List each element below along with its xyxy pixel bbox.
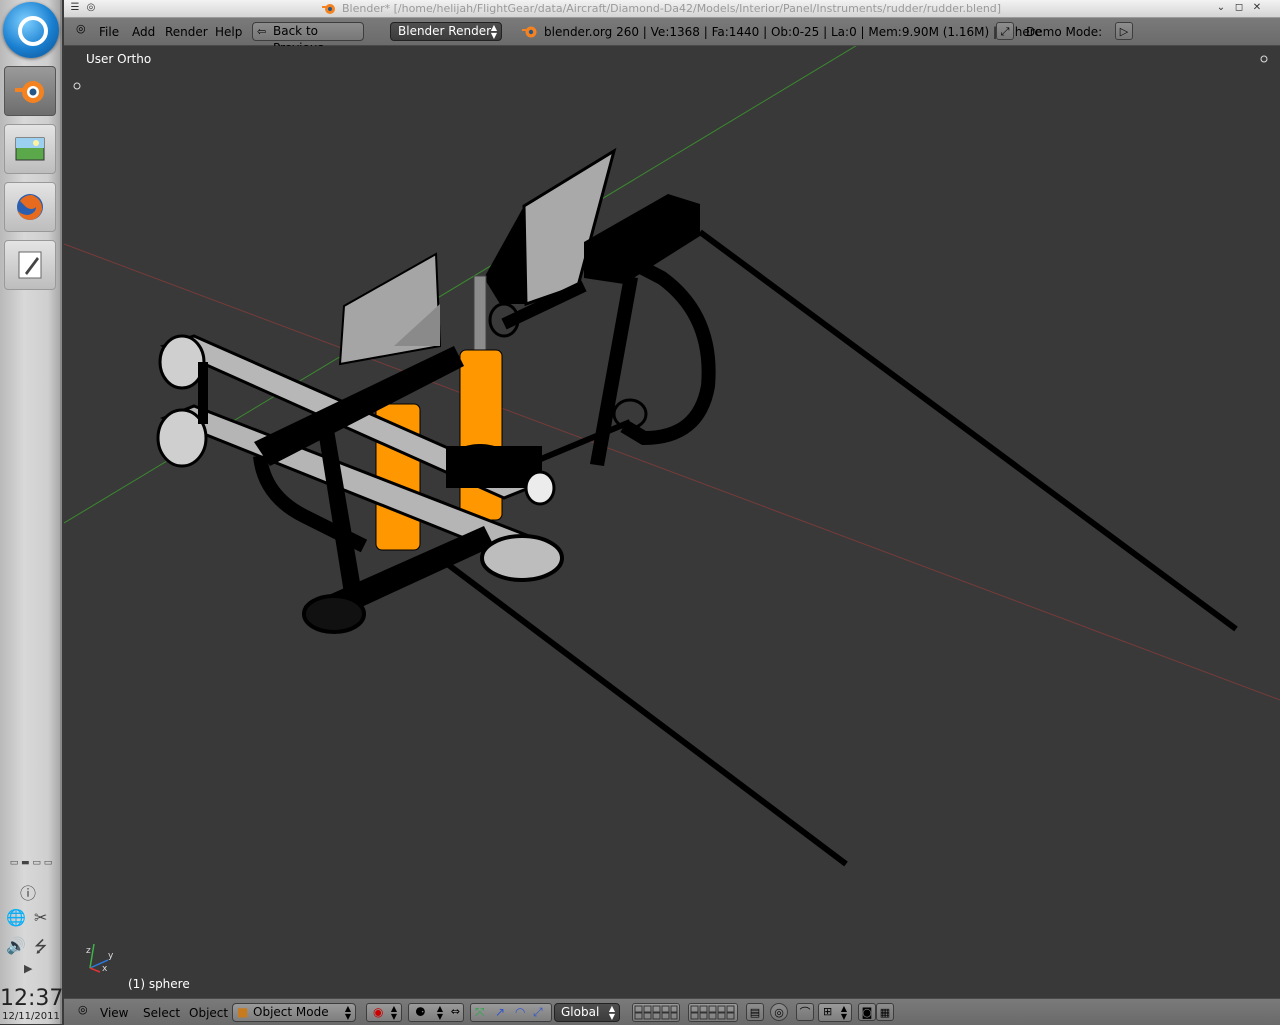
lower-spring bbox=[480, 534, 564, 582]
frame-left-arm bbox=[316, 418, 364, 606]
layer-buttons-right[interactable] bbox=[688, 1003, 738, 1022]
usb-icon[interactable]: ⭍ bbox=[34, 936, 47, 963]
menu-object[interactable]: Object bbox=[189, 1006, 228, 1020]
window-title: Blender* [/home/helijah/FlightGear/data/… bbox=[342, 2, 1002, 15]
pedal-right-bracket bbox=[620, 259, 716, 446]
transform-orientation-select[interactable]: Global ▲ ▼ bbox=[554, 1003, 620, 1022]
proportional-edit-icon[interactable]: ◎ bbox=[770, 1003, 788, 1021]
dock-blender-icon[interactable] bbox=[4, 66, 56, 116]
tube-end-upper bbox=[158, 334, 206, 390]
layer-buttons-left[interactable] bbox=[632, 1003, 680, 1022]
menu-select[interactable]: Select bbox=[143, 1006, 180, 1020]
dock-launcher-icon[interactable] bbox=[3, 2, 59, 58]
gizmo-y-label: y bbox=[108, 951, 114, 961]
render-image-icon[interactable]: ◙ bbox=[858, 1003, 876, 1021]
fullscreen-icon[interactable]: ⤢ bbox=[996, 22, 1014, 40]
translate-icon[interactable]: ⤧ bbox=[475, 1005, 485, 1020]
viewport-split-icon-right bbox=[1260, 55, 1268, 63]
dock-text-editor-icon[interactable] bbox=[4, 240, 56, 290]
blender-logo-icon bbox=[522, 26, 537, 38]
editor-type-icon[interactable]: ◎ bbox=[76, 22, 86, 35]
transform-manipulators[interactable]: ⤧ ↗ ◠ ⤢ bbox=[470, 1003, 552, 1022]
dock-firefox-icon[interactable] bbox=[4, 182, 56, 232]
snap-element-select[interactable]: ⊞ ▲ ▼ bbox=[818, 1003, 852, 1022]
select-arrows-icon: ▲ ▼ bbox=[344, 1004, 351, 1021]
rotate-icon[interactable]: ↗ bbox=[495, 1005, 505, 1019]
viewport-split-icon-left bbox=[73, 82, 81, 90]
select-arrows-icon: ▲ ▼ bbox=[840, 1004, 847, 1021]
x-axis-line bbox=[64, 243, 1280, 701]
demo-mode-label: Demo Mode: bbox=[1026, 25, 1103, 39]
pedal-right-side bbox=[484, 206, 526, 304]
menu-render[interactable]: Render bbox=[165, 25, 208, 39]
scissors-icon[interactable]: ✂ bbox=[34, 908, 47, 927]
play-icon[interactable]: ▷ bbox=[1115, 22, 1133, 40]
shading-icon: ◉ bbox=[373, 1005, 384, 1019]
scene-statistics: blender.org 260 | Ve:1368 | Fa:1440 | Ob… bbox=[544, 25, 1042, 39]
object-mode-label: Object Mode bbox=[253, 1005, 329, 1019]
info-icon[interactable]: ⓘ bbox=[20, 880, 36, 904]
rudder-pedal-left bbox=[338, 252, 442, 366]
control-rod-left bbox=[432, 551, 848, 867]
snap-icon[interactable]: ⌒ bbox=[796, 1003, 814, 1021]
orientation-label: Global bbox=[561, 1005, 600, 1019]
pivot-point-select[interactable]: ⚈ ▲ ▼ ⇔ bbox=[408, 1003, 464, 1022]
menu-help[interactable]: Help bbox=[215, 25, 242, 39]
render-animation-icon[interactable]: ▦ bbox=[876, 1003, 894, 1021]
select-arrows-icon: ▲ ▼ bbox=[436, 1004, 443, 1021]
viewport-header: ◎ View Select Object ■ Object Mode ▲ ▼ ◉ … bbox=[64, 998, 1280, 1025]
close-icon[interactable]: ✕ bbox=[1250, 1, 1264, 15]
viewport-shading-select[interactable]: ◉ ▲ ▼ bbox=[366, 1003, 402, 1022]
menu-add[interactable]: Add bbox=[132, 25, 155, 39]
gizmo-x-label: x bbox=[102, 964, 108, 974]
rudder-pedal-right bbox=[522, 147, 617, 307]
pedal-base-left bbox=[302, 594, 366, 634]
cube-icon: ■ bbox=[237, 1005, 249, 1019]
dock-panel: ▭ ▬ ▭ ▭ ⓘ 🌐 ✂ 🔊 ⭍ ▶ 12:37 12/11/2011 bbox=[0, 0, 64, 1024]
window-titlebar: ☰ ◎ Blender* [/home/helijah/FlightGear/d… bbox=[64, 0, 1280, 18]
network-icon[interactable]: 🌐 bbox=[6, 908, 26, 927]
minimize-icon[interactable]: ⌄ bbox=[1214, 1, 1228, 15]
pivot-ring bbox=[524, 470, 556, 506]
menu-view[interactable]: View bbox=[100, 1006, 128, 1020]
clock: 12:37 bbox=[0, 986, 64, 1011]
scale-icon[interactable]: ◠ bbox=[515, 1005, 525, 1019]
back-to-previous-button[interactable]: ⇦ Back to Previous bbox=[252, 22, 364, 55]
active-object-label: (1) sphere bbox=[128, 977, 190, 991]
control-rod-right bbox=[698, 229, 1238, 632]
editor-type-icon[interactable]: ◎ bbox=[78, 1003, 88, 1016]
back-arrow-icon: ⇦ bbox=[257, 25, 267, 38]
info-header: ◎ File Add Render Help ⇦ Back to Previou… bbox=[64, 18, 1280, 55]
layer-lock-icon[interactable]: ▤ bbox=[746, 1003, 764, 1021]
view-name-label: User Ortho bbox=[86, 52, 152, 66]
expand-arrow-icon[interactable]: ▶ bbox=[24, 962, 32, 975]
tube-connector bbox=[198, 362, 208, 424]
object-mode-select[interactable]: ■ Object Mode ▲ ▼ bbox=[232, 1003, 356, 1022]
render-engine-select[interactable]: Blender Render ▲ ▼ bbox=[390, 22, 502, 41]
snap-element-icon: ⊞ bbox=[823, 1005, 833, 1018]
dock-image-viewer-icon[interactable] bbox=[4, 124, 56, 174]
linkage-bar bbox=[522, 419, 632, 469]
manipulator-icon: ⇔ bbox=[450, 1005, 460, 1018]
maximize-icon[interactable]: ◻ bbox=[1232, 1, 1246, 15]
date: 12/11/2011 bbox=[2, 1011, 60, 1022]
scale-tool-icon[interactable]: ⤢ bbox=[533, 1005, 543, 1020]
gizmo-z-label: z bbox=[86, 946, 91, 956]
select-arrows-icon: ▲ ▼ bbox=[608, 1004, 615, 1021]
render-engine-label: Blender Render bbox=[398, 24, 492, 38]
window-sticky-icon[interactable]: ◎ bbox=[84, 1, 98, 15]
3d-viewport[interactable]: z y x User Ortho (1) sphere bbox=[64, 46, 1280, 998]
volume-icon[interactable]: 🔊 bbox=[6, 936, 26, 955]
select-arrows-icon: ▲ ▼ bbox=[390, 1004, 397, 1021]
pivot-icon: ⚈ bbox=[415, 1005, 426, 1019]
menu-file[interactable]: File bbox=[99, 25, 119, 39]
window-menu-icon[interactable]: ☰ bbox=[68, 1, 82, 15]
blender-logo-icon bbox=[322, 4, 335, 14]
layers-grid-icon bbox=[634, 1005, 678, 1020]
select-arrows-icon: ▲ ▼ bbox=[490, 23, 497, 40]
viewport-canvas[interactable] bbox=[64, 46, 1280, 998]
dock-workspace-switcher[interactable]: ▭ ▬ ▭ ▭ bbox=[2, 858, 60, 868]
layers-grid-icon bbox=[690, 1005, 735, 1020]
